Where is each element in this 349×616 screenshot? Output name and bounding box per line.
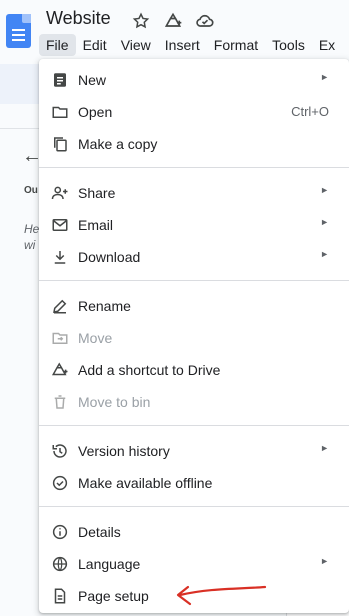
drive-shortcut-icon (51, 361, 69, 379)
file-menu: New ► Open Ctrl+O Make a copy Share ► Em… (39, 59, 349, 613)
folder-icon (51, 103, 69, 121)
menu-item-version-history[interactable]: Version history ► (39, 434, 349, 466)
globe-icon (51, 555, 69, 573)
submenu-arrow-icon: ► (320, 556, 329, 566)
menu-item-new[interactable]: New ► (39, 63, 349, 95)
pencil-icon (51, 297, 69, 315)
open-shortcut: Ctrl+O (291, 104, 329, 119)
page-icon (51, 587, 69, 605)
menu-item-details[interactable]: Details (39, 515, 349, 547)
menu-item-language[interactable]: Language ► (39, 547, 349, 579)
cloud-status-icon[interactable] (194, 10, 216, 32)
mail-icon (51, 216, 69, 234)
menu-item-download[interactable]: Download ► (39, 240, 349, 272)
download-icon (51, 248, 69, 266)
trash-icon (51, 393, 69, 411)
menu-format[interactable]: Format (207, 34, 265, 56)
submenu-arrow-icon: ► (320, 443, 329, 453)
menu-item-make-available-offline[interactable]: Make available offline (39, 466, 349, 498)
menu-item-open[interactable]: Open Ctrl+O (39, 95, 349, 127)
menu-item-move-to-bin[interactable]: Move to bin (39, 385, 349, 417)
move-to-drive-icon[interactable] (162, 10, 184, 32)
info-icon (51, 523, 69, 541)
menu-item-make-a-copy[interactable]: Make a copy (39, 127, 349, 159)
new-doc-icon (51, 71, 69, 89)
menu-item-move[interactable]: Move (39, 321, 349, 353)
offline-check-icon (51, 474, 69, 492)
menu-view[interactable]: View (114, 34, 158, 56)
menu-divider (39, 425, 349, 426)
outline-label: Ou (24, 185, 38, 196)
menu-bar: File Edit View Insert Format Tools Ex (39, 34, 342, 56)
move-folder-icon (51, 329, 69, 347)
menu-extensions[interactable]: Ex (312, 34, 342, 56)
document-title[interactable]: Website (46, 8, 111, 29)
star-icon[interactable] (130, 10, 152, 32)
menu-divider (39, 167, 349, 168)
menu-insert[interactable]: Insert (158, 34, 207, 56)
menu-item-page-setup[interactable]: Page setup (39, 579, 349, 611)
menu-item-rename[interactable]: Rename (39, 289, 349, 321)
menu-item-email[interactable]: Email ► (39, 208, 349, 240)
submenu-arrow-icon: ► (320, 72, 329, 82)
submenu-arrow-icon: ► (320, 185, 329, 195)
menu-divider (39, 506, 349, 507)
menu-divider (39, 280, 349, 281)
submenu-arrow-icon: ► (320, 217, 329, 227)
copy-icon (51, 135, 69, 153)
menu-item-add-shortcut-to-drive[interactable]: Add a shortcut to Drive (39, 353, 349, 385)
outline-hint: He wi (24, 222, 40, 252)
history-icon (51, 442, 69, 460)
person-add-icon (51, 184, 69, 202)
menu-tools[interactable]: Tools (265, 34, 312, 56)
menu-file[interactable]: File (39, 34, 76, 56)
docs-logo[interactable] (6, 14, 31, 48)
menu-item-share[interactable]: Share ► (39, 176, 349, 208)
submenu-arrow-icon: ► (320, 249, 329, 259)
menu-edit[interactable]: Edit (76, 34, 114, 56)
